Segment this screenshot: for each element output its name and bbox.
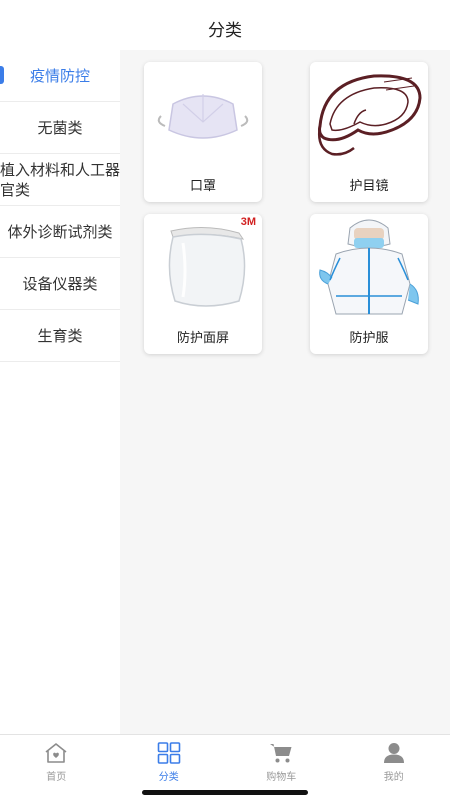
sidebar-item-label: 疫情防控 xyxy=(29,67,90,85)
product-name: 口罩 xyxy=(189,178,216,194)
profile-icon xyxy=(381,741,407,765)
sidebar-item-sterile[interactable]: 无菌类 xyxy=(0,102,120,154)
home-icon xyxy=(43,741,69,765)
product-name: 护目镜 xyxy=(349,178,389,194)
sidebar-item-epidemic-prevention[interactable]: 疫情防控 xyxy=(0,50,120,102)
tab-profile[interactable]: 我的 xyxy=(338,735,450,800)
sidebar-item-equipment[interactable]: 设备仪器类 xyxy=(0,258,120,310)
tab-home[interactable]: 首页 xyxy=(0,735,113,800)
sidebar-item-label: 生育类 xyxy=(37,327,83,345)
sidebar-item-label: 设备仪器类 xyxy=(22,275,98,293)
page-title: 分类 xyxy=(208,20,242,41)
protective-suit-image xyxy=(310,214,428,318)
tab-label: 首页 xyxy=(46,772,67,783)
tab-label: 购物车 xyxy=(266,772,297,783)
cart-icon xyxy=(268,741,294,765)
face-shield-image: 3M xyxy=(144,214,262,318)
goggles-image xyxy=(310,62,428,166)
category-sidebar: 疫情防控 无菌类 植入材料和人工器官类 体外诊断试剂类 设备仪器类 生育类 xyxy=(0,50,120,734)
product-card-goggles[interactable]: 护目镜 xyxy=(310,62,428,202)
sidebar-item-label: 无菌类 xyxy=(37,119,83,137)
face-mask-image xyxy=(144,62,262,166)
tab-label: 分类 xyxy=(158,772,179,783)
product-name: 防护服 xyxy=(349,330,389,346)
home-indicator xyxy=(142,790,308,795)
product-name: 防护面屏 xyxy=(176,330,229,346)
sidebar-item-label: 体外诊断试剂类 xyxy=(7,223,113,241)
product-card-protective-suit[interactable]: 防护服 xyxy=(310,214,428,354)
product-card-face-shield[interactable]: 3M 防护面屏 xyxy=(144,214,262,354)
brand-logo: 3M xyxy=(240,216,256,228)
product-card-mask[interactable]: 口罩 xyxy=(144,62,262,202)
product-grid: 口罩 护目镜 3M 防护面屏 防护服 xyxy=(120,50,450,734)
sidebar-item-fertility[interactable]: 生育类 xyxy=(0,310,120,362)
sidebar-item-label: 植入材料和人工器官类 xyxy=(0,160,121,199)
header: 分类 xyxy=(0,0,450,50)
sidebar-item-ivd-reagents[interactable]: 体外诊断试剂类 xyxy=(0,206,120,258)
tab-label: 我的 xyxy=(383,772,404,783)
sidebar-item-implants[interactable]: 植入材料和人工器官类 xyxy=(0,154,120,206)
category-icon xyxy=(156,741,182,765)
